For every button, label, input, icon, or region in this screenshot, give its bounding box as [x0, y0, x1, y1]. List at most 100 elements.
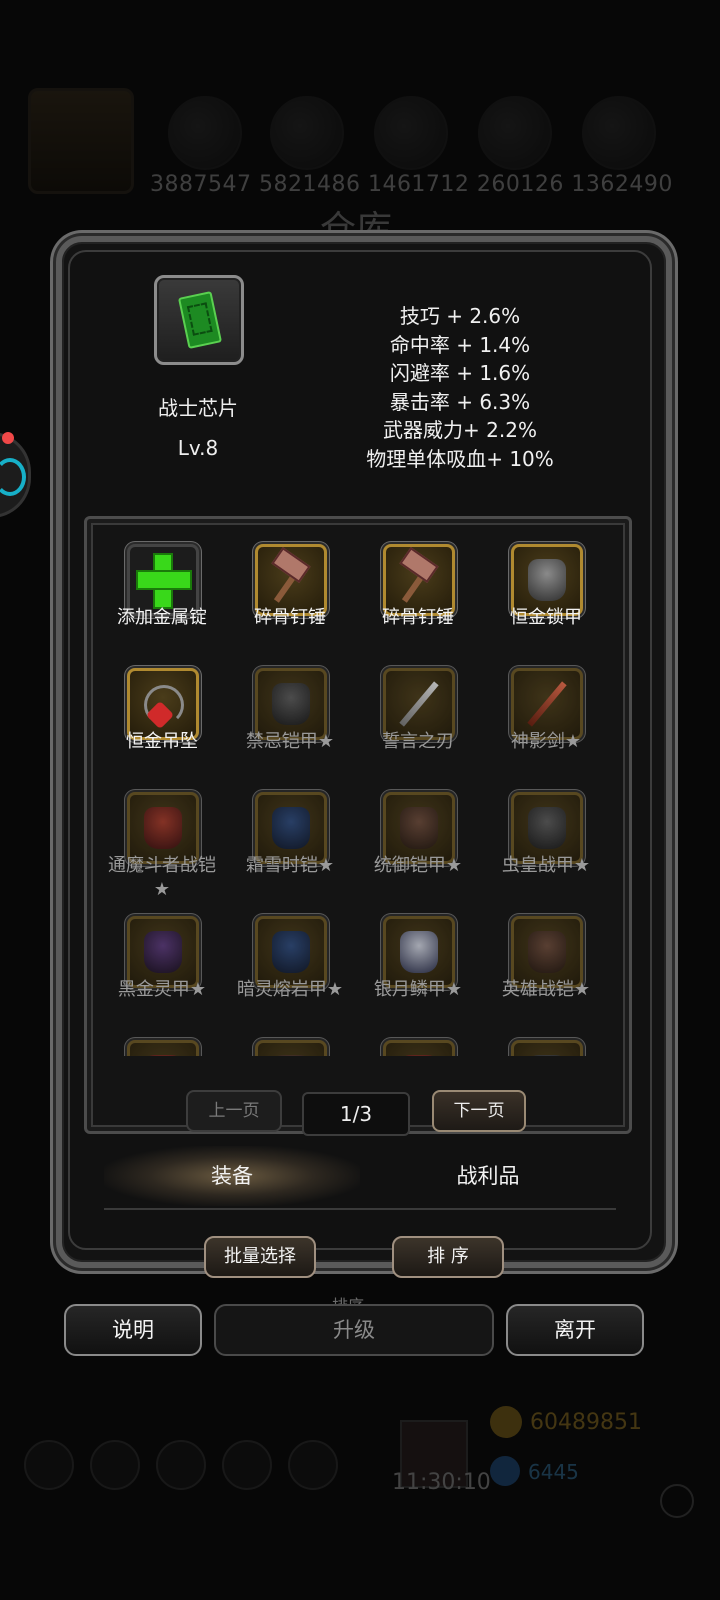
clock: 11:30:10 — [392, 1470, 491, 1495]
upgrade-button[interactable]: 升级 — [214, 1304, 494, 1356]
inventory-cell[interactable]: 虫皇战甲★ — [484, 784, 608, 908]
hammer-head-icon — [271, 547, 311, 583]
menu-icon — [24, 1440, 74, 1490]
cell-label: 添加金属锭 — [117, 607, 207, 628]
gem-amount: 6445 — [528, 1460, 579, 1484]
stat-line: 武器威力+ 2.2% — [383, 418, 537, 442]
item-slot[interactable] — [511, 1040, 583, 1056]
armor-icon — [144, 931, 182, 973]
cell-label: 碎骨钉锤 — [382, 607, 454, 628]
item-stats: 技巧 + 2.6% 命中率 + 1.4% 闪避率 + 1.6% 暴击率 + 6.… — [300, 302, 620, 473]
stat-line: 闪避率 + 1.6% — [389, 361, 531, 385]
menu-icon — [288, 1440, 338, 1490]
prev-page-button[interactable]: 上一页 — [186, 1090, 282, 1132]
leave-button[interactable]: 离开 — [506, 1304, 644, 1356]
armor-icon — [272, 807, 310, 849]
gold-coin-icon — [490, 1406, 522, 1438]
inventory-cell[interactable]: 暗灵熔岩甲★ — [228, 908, 352, 1032]
item-level: Lv.8 — [177, 436, 219, 460]
help-button[interactable]: 说明 — [64, 1304, 202, 1356]
cell-label: 禁忌铠甲★ — [245, 731, 335, 752]
inventory-cell[interactable]: 统御铠甲★ — [356, 784, 480, 908]
armor-icon — [144, 807, 182, 849]
item-name: 战士芯片 — [158, 396, 238, 420]
armor-icon — [144, 1055, 182, 1056]
armor-icon — [528, 931, 566, 973]
inventory-cell[interactable] — [484, 1032, 608, 1056]
sword-icon — [527, 681, 567, 727]
armor-icon — [528, 1055, 566, 1056]
resource-icon — [168, 96, 242, 170]
armor-icon — [528, 807, 566, 849]
cell-label: 誓言之刃 — [382, 731, 454, 752]
resource-numbers: 3887547 5821486 1461712 260126 1362490 — [150, 172, 673, 197]
resource-icon — [582, 96, 656, 170]
inventory-cell[interactable]: 神影剑★ — [484, 660, 608, 784]
cell-label: 英雄战铠★ — [501, 979, 591, 1000]
chainmail-icon — [528, 559, 566, 601]
cell-label: 通魔斗者战铠★ — [108, 855, 216, 900]
tab-equipment[interactable]: 装备 — [104, 1146, 360, 1206]
inventory-cell[interactable]: 碎骨钉锤 — [228, 536, 352, 660]
inventory-cell[interactable]: 英雄战铠★ — [484, 908, 608, 1032]
resource-icon — [374, 96, 448, 170]
inventory-cell[interactable]: 添加金属锭 — [100, 536, 224, 660]
inventory-cell[interactable]: 碎骨钉锤 — [356, 536, 480, 660]
item-slot[interactable] — [383, 1040, 455, 1056]
cell-label: 恒金吊坠 — [126, 731, 198, 752]
cell-label: 恒金锁甲 — [510, 607, 582, 628]
tab-divider — [104, 1208, 616, 1210]
cell-label: 银月鳞甲★ — [373, 979, 463, 1000]
armor-icon — [400, 931, 438, 973]
cell-label: 虫皇战甲★ — [501, 855, 591, 876]
inventory-cell[interactable]: 银月鳞甲★ — [356, 908, 480, 1032]
sword-icon — [399, 681, 439, 727]
inventory-cell[interactable]: 黑金灵甲★ — [100, 908, 224, 1032]
armor-icon — [272, 1055, 310, 1056]
inventory-tabs: 装备 战利品 — [104, 1146, 616, 1206]
hammer-head-icon — [399, 547, 439, 583]
notification-dot — [2, 432, 14, 444]
inventory-cell[interactable]: 恒金吊坠 — [100, 660, 224, 784]
batch-select-button[interactable]: 批量选择 — [204, 1236, 316, 1278]
plus-icon — [132, 549, 194, 611]
inventory-cell[interactable]: 禁忌铠甲★ — [228, 660, 352, 784]
add-icon — [660, 1484, 694, 1518]
sort-button[interactable]: 排 序 — [392, 1236, 504, 1278]
item-slot[interactable] — [255, 1040, 327, 1056]
gem-icon — [490, 1456, 520, 1486]
cell-label: 神影剑★ — [510, 731, 582, 752]
armor-icon — [400, 807, 438, 849]
inventory-cell[interactable] — [100, 1032, 224, 1056]
inventory-cell[interactable]: 霜雪时铠★ — [228, 784, 352, 908]
cell-label: 碎骨钉锤 — [254, 607, 326, 628]
armor-icon — [272, 931, 310, 973]
tab-loot[interactable]: 战利品 — [360, 1146, 616, 1206]
menu-icon — [222, 1440, 272, 1490]
inventory-cell[interactable]: 恒金锁甲 — [484, 536, 608, 660]
stat-line: 暴击率 + 6.3% — [389, 389, 531, 414]
selected-item-slot[interactable] — [154, 275, 244, 365]
resource-icon — [478, 96, 552, 170]
cell-label: 统御铠甲★ — [373, 855, 463, 876]
inventory-grid[interactable]: 添加金属锭 碎骨钉锤 碎骨钉锤 恒金锁甲 恒金吊坠 禁忌铠甲★ 誓言之刃 神影剑… — [96, 536, 614, 1056]
inventory-cell[interactable]: 誓言之刃 — [356, 660, 480, 784]
cell-label: 暗灵熔岩甲★ — [236, 979, 344, 1000]
gold-amount: 60489851 — [530, 1410, 642, 1435]
menu-icon — [90, 1440, 140, 1490]
stat-line: 技巧 + 2.6% — [399, 304, 521, 328]
avatar — [28, 88, 134, 194]
inventory-cell[interactable] — [356, 1032, 480, 1056]
cell-label: 霜雪时铠★ — [245, 855, 335, 876]
next-page-button[interactable]: 下一页 — [432, 1090, 526, 1132]
page-indicator: 1/3 — [302, 1092, 410, 1136]
armor-icon — [272, 683, 310, 725]
cell-label: 黑金灵甲★ — [117, 979, 207, 1000]
resource-icon — [270, 96, 344, 170]
stat-line: 物理单体吸血+ 10% — [366, 446, 554, 471]
inventory-cell[interactable] — [228, 1032, 352, 1056]
inventory-cell[interactable]: 通魔斗者战铠★ — [100, 784, 224, 908]
warrior-chip-icon — [177, 291, 223, 349]
item-slot[interactable] — [127, 1040, 199, 1056]
menu-icon — [156, 1440, 206, 1490]
